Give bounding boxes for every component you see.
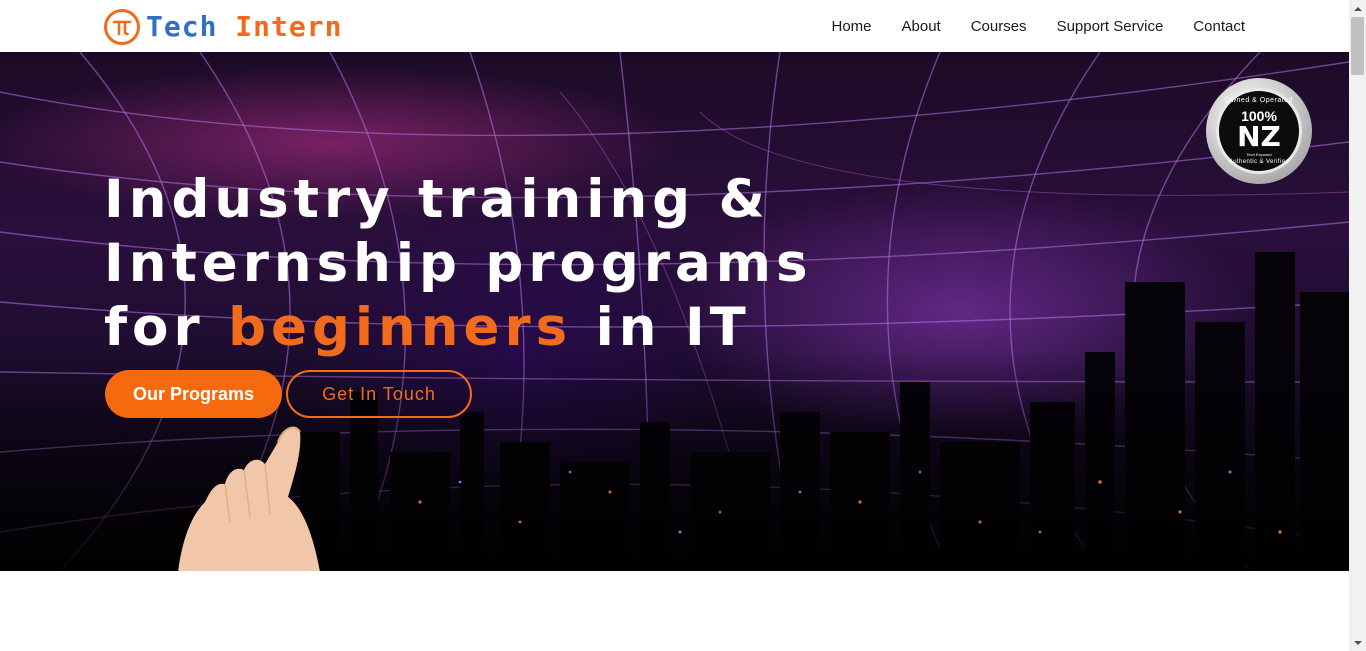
hero-banner: Industry training & Internship programs … <box>0 52 1349 571</box>
logo-text: Tech Intern <box>146 13 342 41</box>
scroll-down-icon[interactable] <box>1349 634 1366 651</box>
hero-headline-line2: Internship programs <box>104 233 813 294</box>
hero-headline-accent: beginners <box>228 297 573 358</box>
get-in-touch-button[interactable]: Get In Touch <box>286 370 472 418</box>
hero-headline: Industry training & Internship programs … <box>104 168 824 360</box>
badge-bottom-text: Authentic & Verified <box>1228 159 1290 165</box>
badge-country: NZ <box>1237 120 1281 153</box>
main-nav: Home About Courses Support Service Conta… <box>831 0 1245 52</box>
nav-support-service[interactable]: Support Service <box>1057 19 1164 34</box>
hero-headline-line3-pre: for <box>104 297 205 358</box>
content-area <box>0 571 1349 651</box>
nav-home[interactable]: Home <box>831 19 871 34</box>
nav-courses[interactable]: Courses <box>971 19 1027 34</box>
hero-headline-line3-post: in IT <box>595 297 751 358</box>
logo-word-intern: Intern <box>235 10 343 43</box>
hand-image <box>178 426 320 571</box>
scroll-up-icon[interactable] <box>1349 0 1366 17</box>
badge-sub-text: Tech Exposed <box>1246 152 1272 157</box>
logo-word-tech: Tech <box>146 10 218 43</box>
nav-contact[interactable]: Contact <box>1193 19 1245 34</box>
our-programs-button[interactable]: Our Programs <box>105 370 282 418</box>
site-logo[interactable]: Tech Intern <box>104 8 342 46</box>
nz-badge-icon: Owned & Operated 100% NZ Tech Exposed Au… <box>1206 78 1312 184</box>
badge-top-text: Owned & Operated <box>1225 97 1293 104</box>
nz-badge-inner: Owned & Operated 100% NZ Tech Exposed Au… <box>1216 88 1302 174</box>
hero-headline-line1: Industry training & <box>104 169 770 230</box>
logo-icon <box>104 9 140 45</box>
site-header: Tech Intern Home About Courses Support S… <box>0 0 1349 52</box>
nav-about[interactable]: About <box>902 19 941 34</box>
scrollbar-thumb[interactable] <box>1351 17 1364 75</box>
page-scrollbar[interactable] <box>1349 0 1366 651</box>
